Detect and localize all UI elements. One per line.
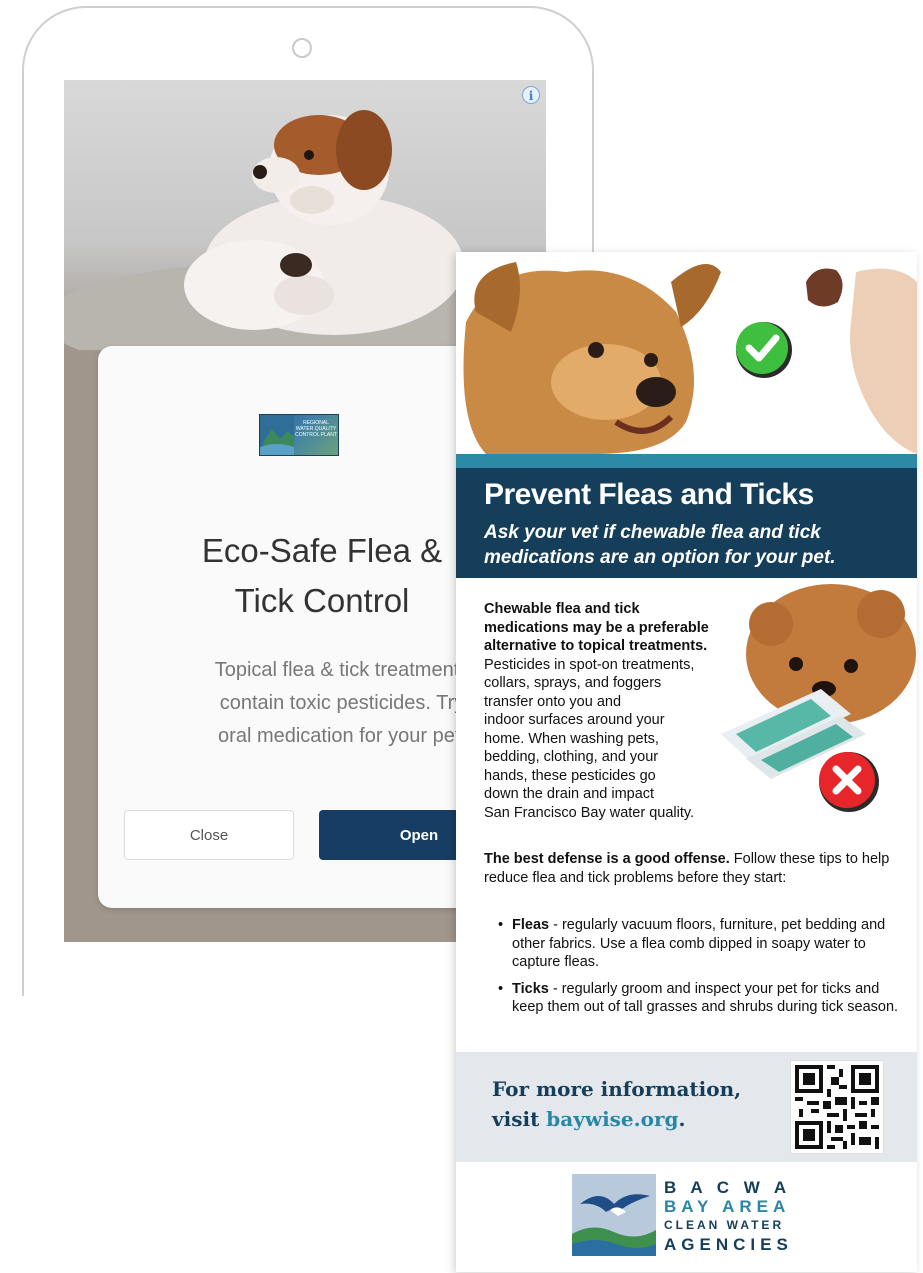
tip-term: Fleas bbox=[512, 917, 550, 933]
qr-code-graphic bbox=[791, 1061, 883, 1153]
tip-term: Ticks bbox=[512, 980, 549, 997]
baywise-link[interactable]: baywise.org bbox=[546, 1107, 678, 1131]
chewable-body: Pesticides in spot-on treatments, collar… bbox=[484, 656, 695, 821]
best-defense-paragraph: The best defense is a good offense. Foll… bbox=[484, 850, 894, 887]
flyer-title: Prevent Fleas and Ticks bbox=[484, 478, 814, 511]
chewable-medication-paragraph: Chewable flea and tick medications may b… bbox=[484, 600, 734, 822]
bacwa-clean-water: CLEAN WATER bbox=[664, 1218, 785, 1232]
qr-code[interactable] bbox=[790, 1060, 884, 1154]
check-mark-icon bbox=[736, 322, 792, 378]
water-quality-plant-logo: REGIONAL WATER QUALITY CONTROL PLANT bbox=[259, 414, 339, 456]
flyer-subtitle: Ask your vet if chewable flea and tick m… bbox=[484, 522, 836, 568]
dog-and-chewable-photo bbox=[456, 252, 917, 454]
tips-list: Fleas - regularly vacuum floors, furnitu… bbox=[484, 916, 910, 1025]
list-item: Ticks - regularly groom and inspect your… bbox=[498, 980, 910, 1017]
list-item: Fleas - regularly vacuum floors, furnitu… bbox=[498, 916, 910, 972]
ad-info-icon[interactable]: i bbox=[522, 86, 540, 104]
flyer-banner: Prevent Fleas and Ticks Ask your vet if … bbox=[456, 468, 917, 578]
link-period: . bbox=[678, 1107, 686, 1131]
visit-word: visit bbox=[492, 1107, 547, 1131]
dog-photo-illustration bbox=[463, 262, 917, 454]
tip-text: - regularly groom and inspect your pet f… bbox=[512, 980, 899, 1016]
plant-logo-text: REGIONAL WATER QUALITY CONTROL PLANT bbox=[295, 420, 337, 438]
best-defense-lead: The best defense is a good offense. bbox=[484, 851, 730, 867]
more-info-line: For more information, bbox=[492, 1077, 742, 1101]
phone-camera bbox=[292, 38, 312, 58]
bacwa-agencies: AGENCIES bbox=[664, 1235, 793, 1254]
teal-divider bbox=[456, 454, 917, 468]
baywise-flyer: Prevent Fleas and Ticks Ask your vet if … bbox=[456, 252, 917, 1272]
chewable-lead: Chewable flea and tick medications may b… bbox=[484, 601, 709, 654]
bacwa-acronym: B A C W A bbox=[664, 1178, 792, 1197]
more-info-section: For more information, visit baywise.org. bbox=[456, 1052, 917, 1162]
bacwa-wordmark: B A C W A BAY AREA CLEAN WATER AGENCIES bbox=[664, 1178, 793, 1254]
bacwa-logo: B A C W A BAY AREA CLEAN WATER AGENCIES bbox=[572, 1174, 812, 1256]
close-button[interactable]: Close bbox=[124, 810, 294, 860]
bacwa-bay-area: BAY AREA bbox=[664, 1197, 791, 1216]
plant-logo-graphic bbox=[260, 415, 294, 455]
tip-text: - regularly vacuum floors, furniture, pe… bbox=[512, 917, 886, 970]
bacwa-bird-emblem bbox=[572, 1174, 656, 1256]
x-mark-icon bbox=[819, 752, 879, 812]
more-info-text: For more information, visit baywise.org. bbox=[492, 1074, 792, 1134]
